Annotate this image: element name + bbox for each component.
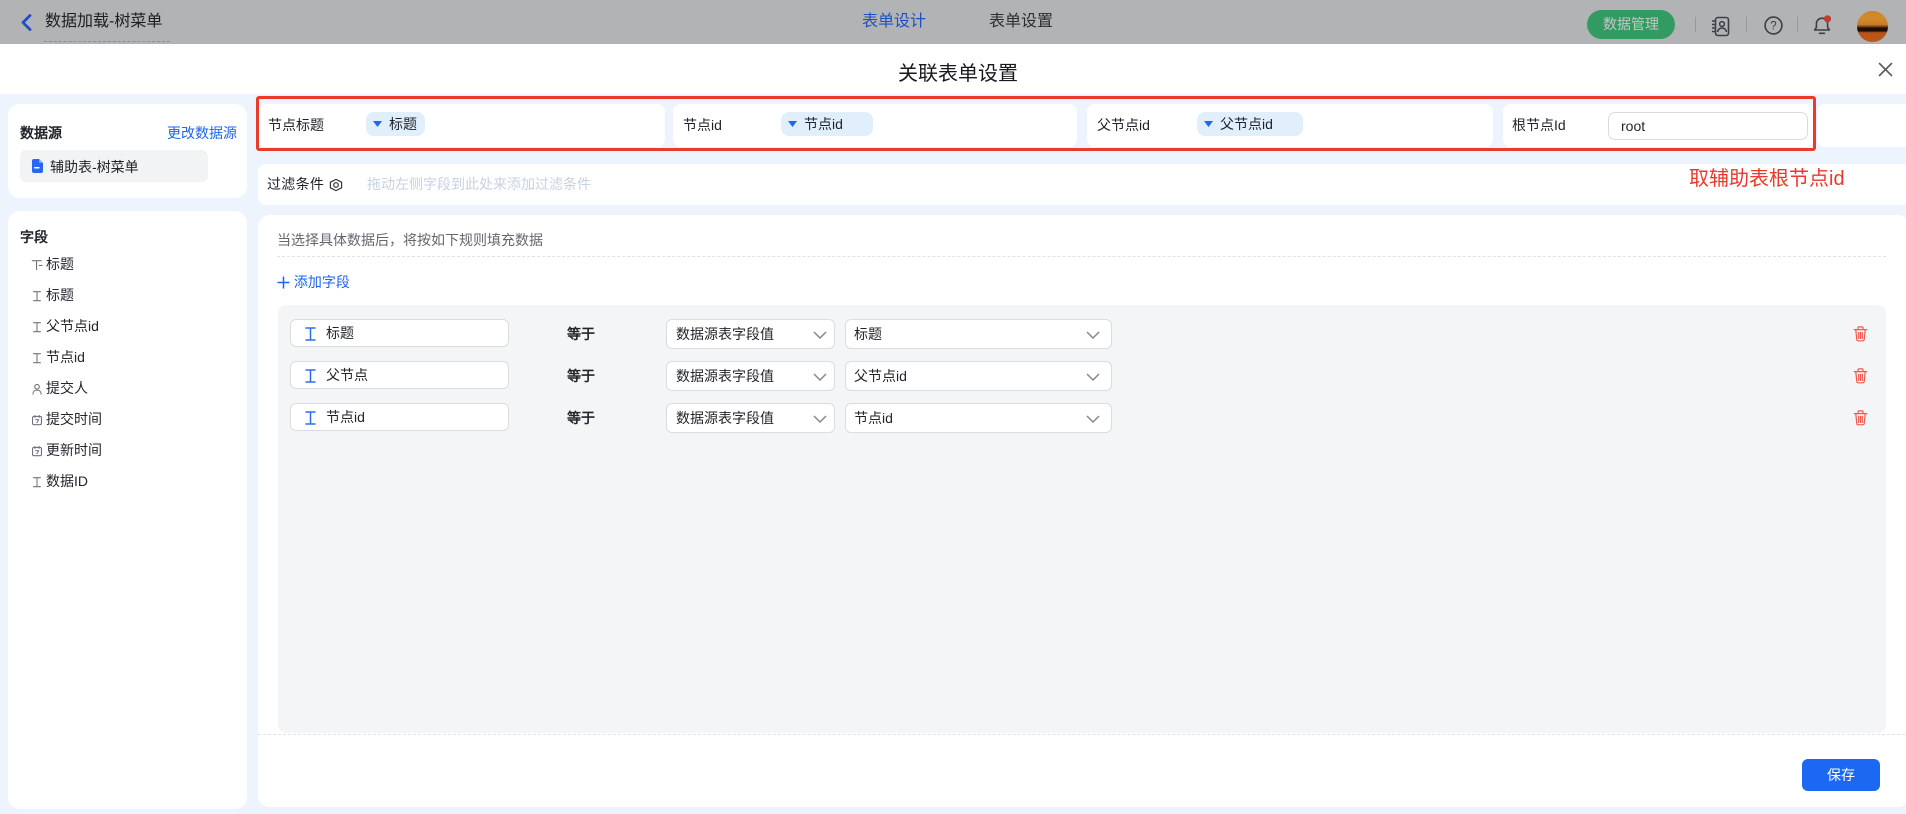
svg-text:?: ?: [1770, 21, 1776, 33]
